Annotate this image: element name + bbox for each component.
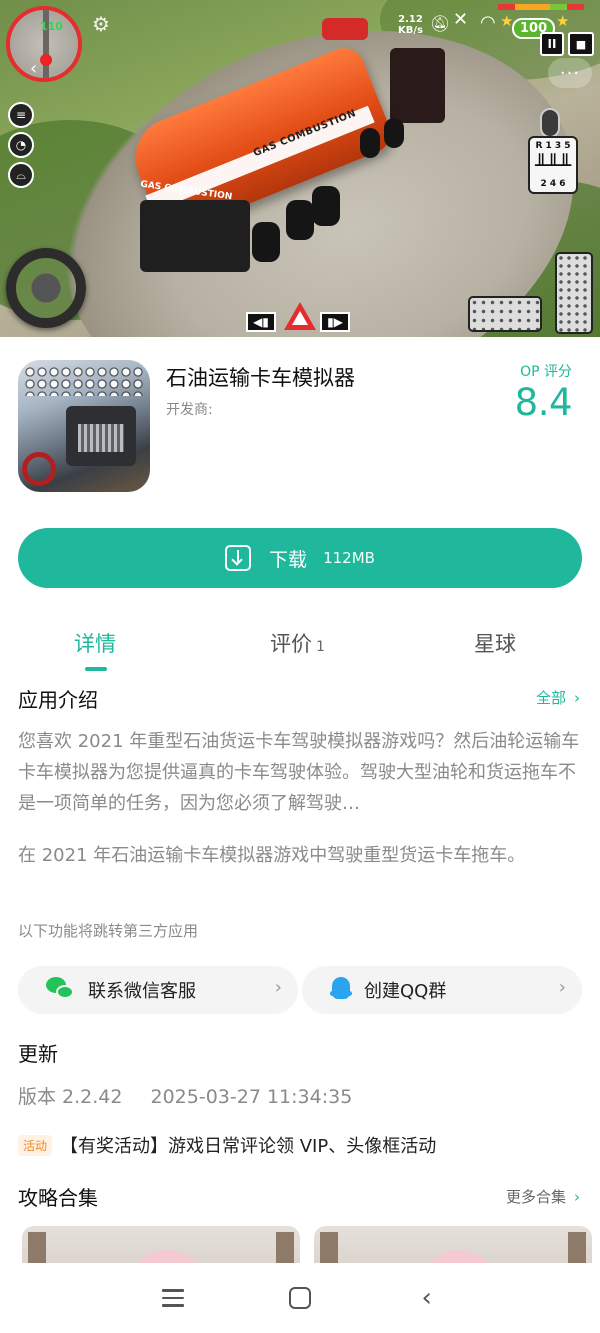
intro-paragraph-1[interactable]: 您喜欢 2021 年重型石油货运卡车驾驶模拟器游戏吗？然后油轮运输车卡车模拟器为… (18, 726, 584, 819)
third-party-note: 以下功能将跳转第三方应用 (18, 922, 199, 940)
qq-icon (330, 977, 352, 1003)
tab-planet[interactable]: 星球 (474, 628, 516, 658)
wifi-icon: ◠ (480, 12, 496, 33)
app-title: 石油运输卡车模拟器 (166, 366, 355, 390)
update-title: 更新 (18, 1042, 58, 1066)
steering-wheel-icon[interactable] (6, 248, 86, 328)
back-icon: ‹ (421, 1283, 432, 1313)
truck-rear (140, 200, 250, 272)
red-car (322, 18, 368, 40)
wiper-icon[interactable]: ⌓ (8, 162, 34, 188)
gauge-icon[interactable]: ◔ (8, 132, 34, 158)
download-icon (225, 545, 252, 571)
wechat-label: 联系微信客服 (88, 981, 196, 1002)
chevron-right-icon: › (574, 689, 580, 707)
home-button[interactable] (280, 1278, 320, 1318)
rating-label: OP 评分 (520, 364, 572, 380)
minimap-number: 110 (40, 20, 63, 33)
gas-pedal[interactable] (555, 252, 593, 334)
system-nav-bar: ‹ (0, 1263, 600, 1333)
game-screenshot-banner[interactable]: GAS COMBUSTION GAS COMBUSTION 110 ‹ ⚙ ≡ … (0, 0, 600, 337)
tab-bar: 详情 评价 1 星球 (0, 622, 600, 671)
tab-details[interactable]: 详情 (74, 628, 116, 658)
intro-paragraph-2: 在 2021 年石油运输卡车模拟器游戏中驾驶重型货运卡车拖车。 (18, 845, 526, 866)
download-size: 112MB (323, 549, 375, 567)
mute-bell-icon: 🔕︎ (430, 14, 451, 33)
tab-reviews[interactable]: 评价 1 (270, 628, 325, 658)
camera-icon[interactable]: ■ (568, 32, 594, 56)
guides-more-link[interactable]: 更多合集 › (506, 1186, 580, 1207)
more-options-icon[interactable]: ··· (548, 58, 592, 88)
home-icon (288, 1287, 311, 1309)
gearbox-shifter[interactable]: R 1 3 5 ╨╨╨ 2 4 6 (528, 136, 578, 194)
wechat-service-button[interactable]: 联系微信客服 › (18, 966, 298, 1014)
right-signal-icon[interactable]: ▮▶ (320, 312, 350, 332)
hazard-icon[interactable] (284, 302, 316, 330)
app-icon (18, 360, 150, 492)
back-button[interactable]: ‹ (407, 1278, 447, 1318)
version-info: 版本 2.2.42 2025-03-27 11:34:35 (18, 1082, 352, 1109)
guides-title: 攻略合集 (18, 1186, 98, 1210)
gear-knob-icon[interactable] (540, 108, 560, 138)
update-date: 2025-03-27 11:34:35 (150, 1086, 353, 1108)
event-badge: 活动 (18, 1134, 53, 1156)
chevron-right-icon: › (574, 1188, 580, 1206)
chevron-right-icon: › (558, 977, 566, 998)
menu-icon (162, 1289, 185, 1307)
truck-cab (390, 48, 445, 123)
qq-label: 创建QQ群 (364, 981, 447, 1002)
create-qq-group-button[interactable]: 创建QQ群 › (302, 966, 582, 1014)
settings-gear-icon[interactable]: ⚙ (92, 12, 110, 36)
pause-button[interactable]: II (540, 32, 564, 56)
left-signal-icon[interactable]: ◀▮ (246, 312, 276, 332)
chevron-right-icon: › (274, 977, 282, 998)
wechat-icon (46, 977, 76, 1003)
network-speed: 2.12 KB/s (398, 14, 423, 36)
download-button[interactable]: 下载 112MB (18, 528, 582, 588)
reviews-count: 1 (316, 639, 325, 655)
back-arrow-icon[interactable]: ‹ (30, 58, 37, 79)
event-text: 【有奖活动】游戏日常评论领 VIP、头像框活动 (60, 1136, 437, 1157)
health-bar (498, 4, 585, 10)
menu-button[interactable] (153, 1278, 193, 1318)
star-icon: ★ (556, 12, 570, 30)
player-marker-icon (40, 54, 52, 66)
developer-label: 开发商: (166, 402, 213, 418)
active-tab-indicator (85, 667, 107, 671)
headlight-icon[interactable]: ≡ (8, 102, 34, 128)
event-banner[interactable]: 活动 【有奖活动】游戏日常评论领 VIP、头像框活动 (18, 1132, 436, 1158)
rating-value: 8.4 (514, 381, 573, 424)
download-label: 下载 (269, 548, 308, 571)
version-number: 版本 2.2.42 (18, 1086, 123, 1108)
intro-all-link[interactable]: 全部 › (536, 687, 580, 708)
minimap[interactable]: 110 (6, 6, 82, 82)
close-icon[interactable]: ✕ (453, 9, 468, 30)
intro-title: 应用介绍 (18, 688, 98, 712)
brake-pedal[interactable] (468, 296, 542, 332)
